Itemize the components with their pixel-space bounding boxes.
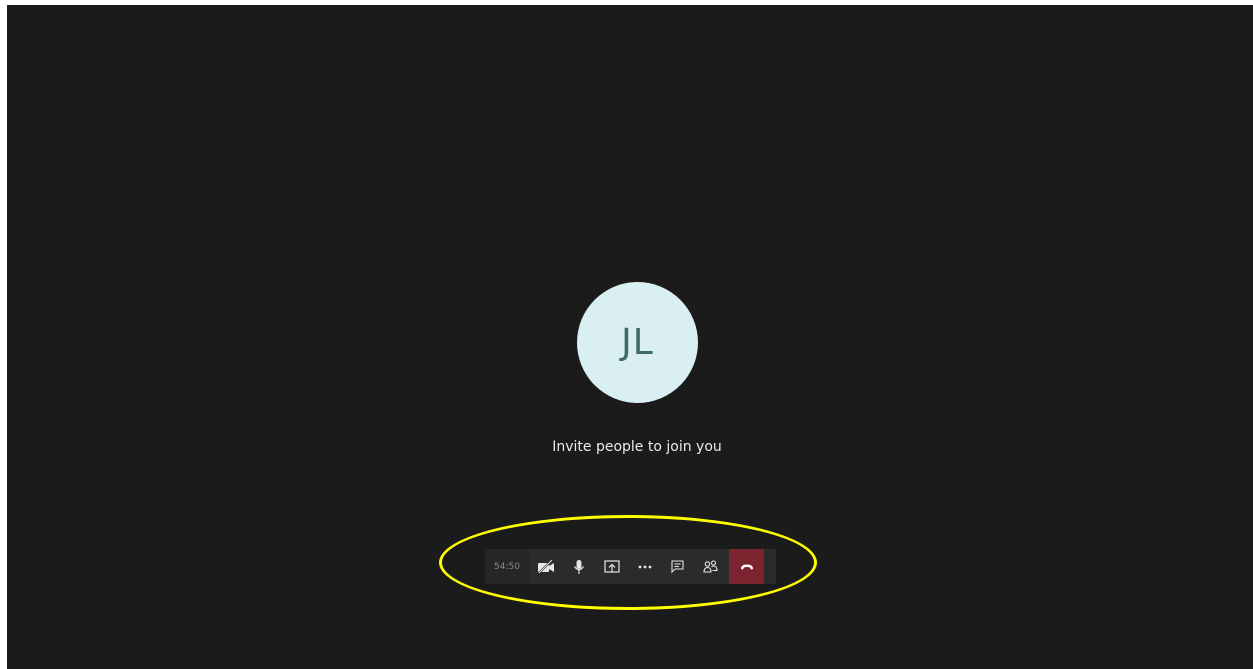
more-options-icon <box>638 565 651 568</box>
avatar-initials: JL <box>621 322 654 363</box>
hang-up-button[interactable] <box>729 549 764 584</box>
call-timer: 54:50 <box>485 549 529 584</box>
hang-up-icon <box>740 564 753 569</box>
camera-toggle-button[interactable] <box>529 549 562 584</box>
mute-toggle-button[interactable] <box>562 549 595 584</box>
invite-message: Invite people to join you <box>552 439 722 455</box>
avatar: JL <box>577 282 698 403</box>
video-off-icon <box>537 559 554 574</box>
microphone-icon <box>573 559 584 574</box>
chat-icon <box>671 560 684 573</box>
participants-button[interactable] <box>694 549 727 584</box>
participants-icon <box>703 559 718 573</box>
more-options-button[interactable] <box>628 549 661 584</box>
share-screen-icon <box>603 559 620 573</box>
call-toolbar: 54:50 <box>485 549 776 584</box>
chat-button[interactable] <box>661 549 694 584</box>
share-screen-button[interactable] <box>595 549 628 584</box>
